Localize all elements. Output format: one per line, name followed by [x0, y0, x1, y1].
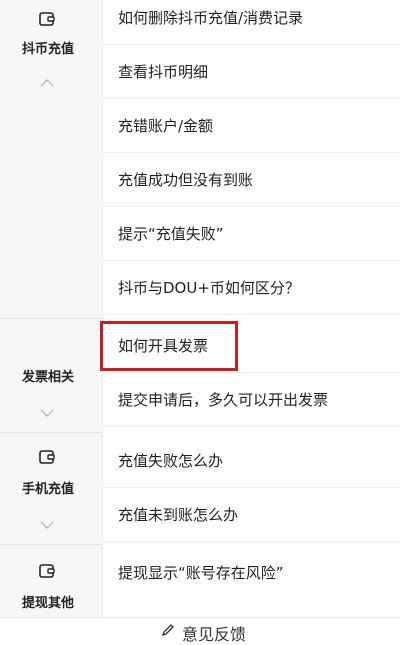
question-text: 如何删除抖币充值/消费记录: [118, 9, 304, 27]
sidebar-item-label: 抖币充值: [21, 42, 74, 57]
wallet-icon: [39, 12, 55, 26]
question-text: 充值失败怎么办: [118, 452, 224, 470]
sidebar-item-label: 提现其他: [21, 596, 74, 611]
sidebar-item-invoice[interactable]: 发票相关: [0, 320, 102, 430]
chevron-down-icon[interactable]: [39, 520, 55, 530]
wallet-icon: [39, 564, 55, 578]
feedback-label: 意见反馈: [182, 625, 247, 644]
category-sidebar: 抖币充值 发票相关 手机充值 提现其他: [0, 0, 103, 617]
question-row[interactable]: 提现显示“账号存在风险”: [102, 546, 400, 600]
question-row[interactable]: 如何删除抖币充值/消费记录: [102, 0, 400, 45]
sidebar-item-withdraw-other[interactable]: 提现其他: [0, 546, 102, 617]
feedback-bar[interactable]: 意见反馈: [0, 617, 400, 644]
question-text: 查看抖币明细: [118, 63, 209, 81]
sidebar-item-mobile-topup[interactable]: 手机充值: [0, 434, 102, 542]
sidebar-item-label: 发票相关: [21, 370, 74, 385]
sidebar-divider: [0, 544, 102, 545]
question-row[interactable]: 充值失败怎么办: [102, 434, 400, 488]
question-row[interactable]: 提示“充值失败”: [102, 207, 400, 261]
question-row[interactable]: 查看抖币明细: [102, 45, 400, 99]
sidebar-divider: [0, 318, 102, 319]
sidebar-item-label: 手机充值: [21, 482, 74, 497]
question-text: 提现显示“账号存在风险”: [118, 564, 284, 582]
question-row[interactable]: 抖币与DOU+币如何区分？: [102, 261, 400, 315]
highlight-box: [100, 321, 238, 371]
question-list: 如何删除抖币充值/消费记录 查看抖币明细 充错账户/金额 充值成功但没有到账 提…: [102, 0, 400, 617]
question-row[interactable]: 提交申请后，多久可以开出发票: [102, 373, 400, 427]
wallet-icon: [39, 450, 55, 464]
question-text: 充错账户/金额: [118, 117, 214, 135]
pencil-icon: [161, 624, 174, 637]
question-row[interactable]: 充值未到账怎么办: [102, 488, 400, 542]
question-row[interactable]: 充值成功但没有到账: [102, 153, 400, 207]
question-text: 提示“充值失败”: [118, 225, 224, 243]
chevron-up-icon[interactable]: [39, 78, 55, 88]
question-text: 充值未到账怎么办: [118, 506, 239, 524]
question-text: 抖币与DOU+币如何区分？: [118, 279, 300, 297]
question-text: 充值成功但没有到账: [118, 171, 254, 189]
sidebar-item-topup-coins[interactable]: 抖币充值: [0, 0, 102, 100]
question-text: 提交申请后，多久可以开出发票: [118, 391, 329, 409]
sidebar-divider: [0, 432, 102, 433]
chevron-down-icon[interactable]: [39, 408, 55, 418]
question-row[interactable]: 充错账户/金额: [102, 99, 400, 153]
